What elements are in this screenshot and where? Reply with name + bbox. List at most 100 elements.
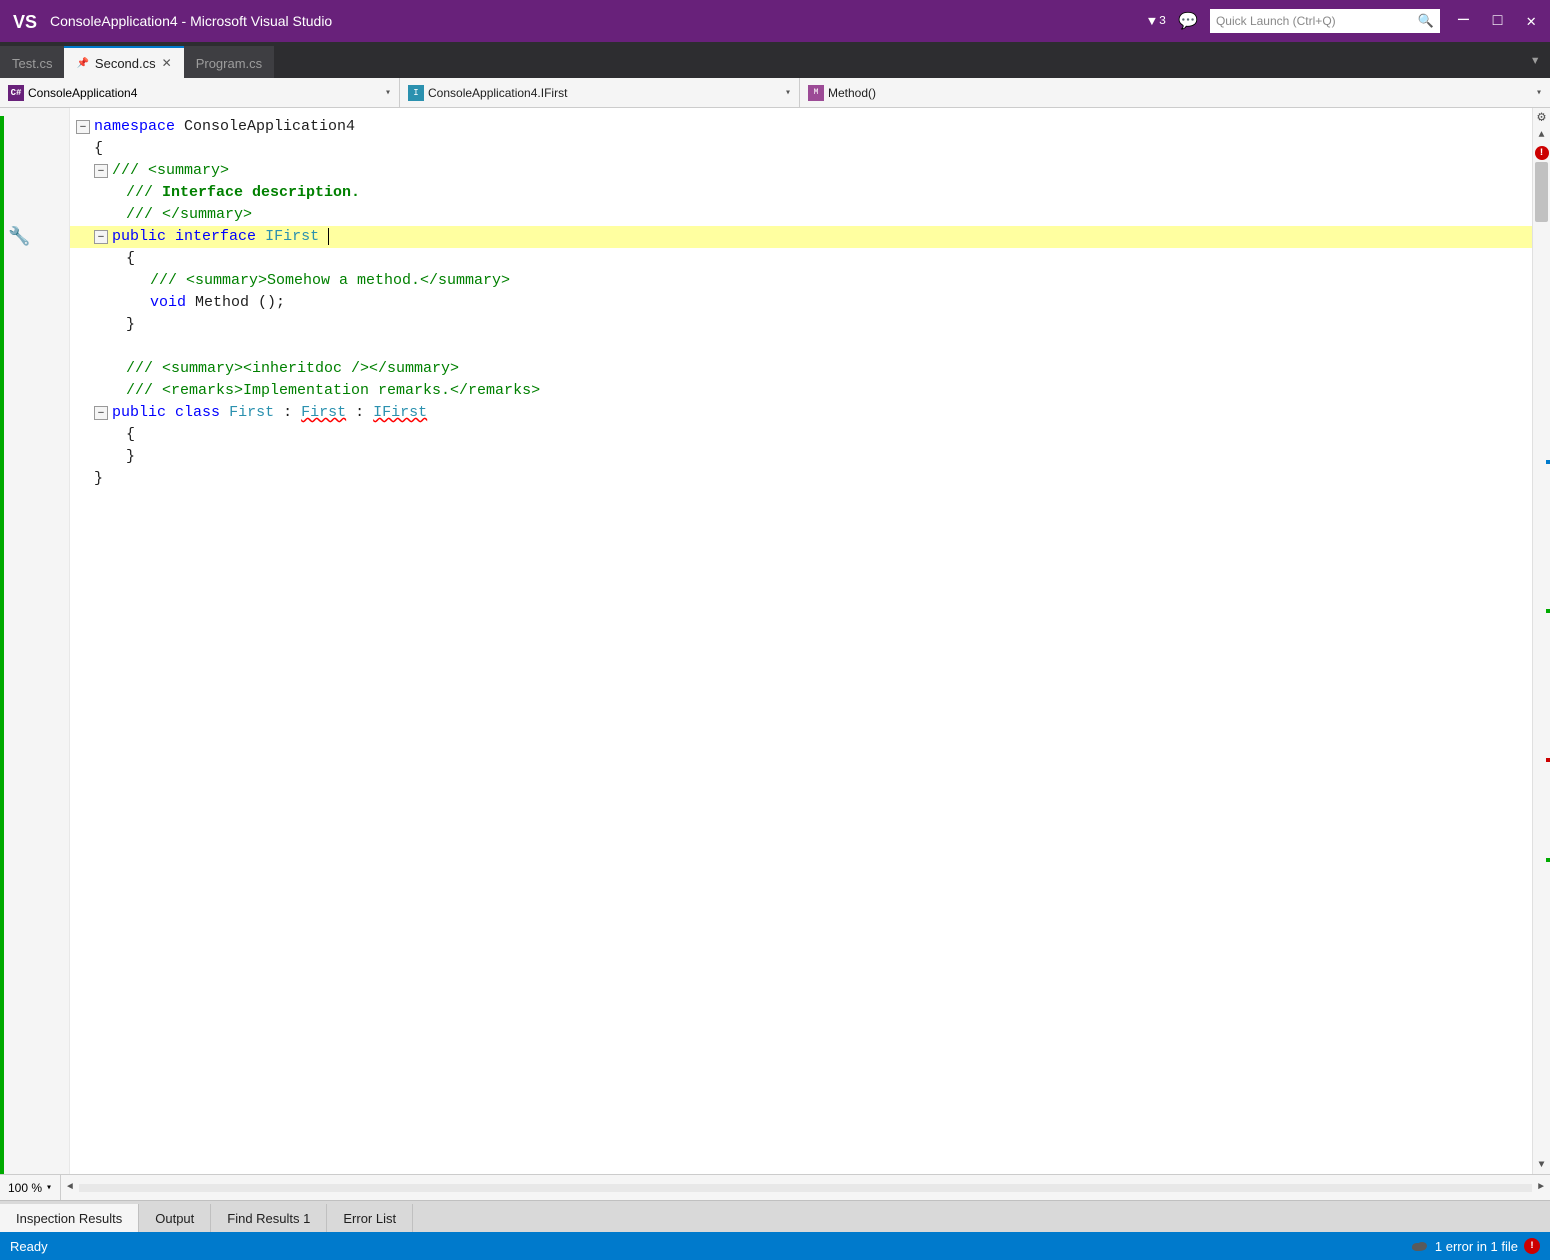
code-line-14: ─ public class First : First : IFirst xyxy=(70,402,1532,424)
tab-label: Test.cs xyxy=(12,56,52,71)
line-content-14: public class First : First : IFirst xyxy=(112,402,427,424)
line-content-6: public interface IFirst xyxy=(112,226,338,248)
code-line-3: ─ /// <summary> xyxy=(70,160,1532,182)
code-line-6: ─ public interface IFirst xyxy=(70,226,1532,248)
map-marker-red xyxy=(1546,758,1550,762)
csharp-icon: C# xyxy=(8,85,24,101)
zoom-control[interactable]: 100 % ▾ xyxy=(0,1175,61,1200)
code-line-1: ─ namespace ConsoleApplication4 xyxy=(70,116,1532,138)
error-text: 1 error in 1 file xyxy=(1435,1239,1518,1254)
error-cloud-icon xyxy=(1411,1239,1429,1253)
collapse-btn-3[interactable]: ─ xyxy=(94,164,108,178)
code-line-16: } xyxy=(70,446,1532,468)
tab-test-cs[interactable]: Test.cs xyxy=(0,46,64,78)
chevron-up-icon: ▲ xyxy=(1538,130,1544,141)
tab-second-cs[interactable]: 📌 Second.cs ✕ xyxy=(64,46,183,78)
code-line-9: void Method (); xyxy=(70,292,1532,314)
line-content-13: /// <remarks>Implementation remarks.</re… xyxy=(126,380,540,402)
title-bar: VS ConsoleApplication4 - Microsoft Visua… xyxy=(0,0,1550,42)
class-name: ConsoleApplication4.IFirst xyxy=(428,86,781,100)
status-bar: Ready 1 error in 1 file ! xyxy=(0,1232,1550,1260)
tab-close-icon[interactable]: ✕ xyxy=(162,56,172,70)
error-indicator: ! xyxy=(1535,146,1549,160)
quick-launch-text: Quick Launch (Ctrl+Q) xyxy=(1216,14,1414,28)
class-dropdown[interactable]: I ConsoleApplication4.IFirst ▾ xyxy=(400,78,800,107)
class-dropdown-arrow: ▾ xyxy=(785,87,791,99)
tab-label: Second.cs xyxy=(95,56,156,71)
map-marker-green2 xyxy=(1546,858,1550,862)
collapse-btn-14[interactable]: ─ xyxy=(94,406,108,420)
vertical-scrollbar[interactable]: ⚙ ▲ ! ▼ xyxy=(1532,108,1550,1174)
project-dropdown[interactable]: C# ConsoleApplication4 ▾ xyxy=(0,78,400,107)
search-icon: 🔍 xyxy=(1418,14,1434,29)
member-dropdown[interactable]: M Method() ▾ xyxy=(800,78,1550,107)
line-content-5: /// </summary> xyxy=(126,204,252,226)
interface-icon: I xyxy=(408,85,424,101)
code-editor[interactable]: ─ namespace ConsoleApplication4 { ─ /// … xyxy=(70,108,1532,1174)
quick-launch-box[interactable]: Quick Launch (Ctrl+Q) 🔍 xyxy=(1210,9,1440,33)
title-text: ConsoleApplication4 - Microsoft Visual S… xyxy=(50,13,1148,29)
panel-tab-output[interactable]: Output xyxy=(139,1204,211,1232)
scroll-up-area[interactable]: ⚙ xyxy=(1533,108,1550,126)
project-name: ConsoleApplication4 xyxy=(28,86,381,100)
method-icon: M xyxy=(808,85,824,101)
code-line-13: /// <remarks>Implementation remarks.</re… xyxy=(70,380,1532,402)
error-count-circle: ! xyxy=(1524,1238,1540,1254)
code-line-10: } xyxy=(70,314,1532,336)
h-scroll-right-button[interactable]: ► xyxy=(1532,1175,1550,1200)
panel-tab-find-results[interactable]: Find Results 1 xyxy=(211,1204,327,1232)
collapse-btn-1[interactable]: ─ xyxy=(76,120,90,134)
line-content-1: namespace ConsoleApplication4 xyxy=(94,116,355,138)
tab-pin-icon: 📌 xyxy=(76,58,88,69)
code-line-11 xyxy=(70,336,1532,358)
gutter-green-bar-top xyxy=(0,116,4,1174)
code-line-7: { xyxy=(70,248,1532,270)
nav-bar: C# ConsoleApplication4 ▾ I ConsoleApplic… xyxy=(0,78,1550,108)
h-scroll-left-button[interactable]: ◄ xyxy=(61,1175,79,1200)
code-line-4: /// Interface description. xyxy=(70,182,1532,204)
tab-overflow-button[interactable]: ▾ xyxy=(1520,50,1550,70)
code-line-5: /// </summary> xyxy=(70,204,1532,226)
line-content-10: } xyxy=(126,314,135,336)
code-line-15: { xyxy=(70,424,1532,446)
scroll-thumb[interactable] xyxy=(1535,162,1548,222)
svg-text:VS: VS xyxy=(13,12,37,32)
status-ready-text: Ready xyxy=(10,1239,1411,1254)
scroll-down-button[interactable]: ▼ xyxy=(1533,1156,1550,1174)
code-line-17: } xyxy=(70,468,1532,490)
chat-icon[interactable]: 💬 xyxy=(1178,11,1198,31)
map-marker-green xyxy=(1546,609,1550,613)
line-content-2: { xyxy=(94,138,103,160)
code-line-2: { xyxy=(70,138,1532,160)
zoom-dropdown-arrow: ▾ xyxy=(46,1182,52,1194)
editor-gutter: 🔧 xyxy=(0,108,70,1174)
maximize-button[interactable]: □ xyxy=(1487,12,1509,30)
line-content-16: } xyxy=(126,446,135,468)
code-line-8: /// <summary>Somehow a method.</summary> xyxy=(70,270,1532,292)
collapse-btn-6[interactable]: ─ xyxy=(94,230,108,244)
editor-container: 🔧 ─ namespace ConsoleApplication4 { ─ //… xyxy=(0,108,1550,1174)
refactor-light-bulb-icon[interactable]: 🔧 xyxy=(8,226,30,248)
line-content-7: { xyxy=(126,248,135,270)
chevron-down-icon: ▼ xyxy=(1538,1160,1544,1171)
minimize-button[interactable]: ─ xyxy=(1452,11,1475,31)
tab-label: Program.cs xyxy=(196,56,262,71)
panel-tab-inspection[interactable]: Inspection Results xyxy=(0,1204,139,1232)
line-content-15: { xyxy=(126,424,135,446)
line-content-4: /// Interface description. xyxy=(126,182,360,204)
close-button[interactable]: ✕ xyxy=(1520,11,1542,31)
h-scroll-track[interactable] xyxy=(79,1184,1532,1192)
line-content-3: /// <summary> xyxy=(112,160,229,182)
tab-program-cs[interactable]: Program.cs xyxy=(184,46,274,78)
scroll-up-button[interactable]: ▲ xyxy=(1533,126,1550,144)
status-error-indicator[interactable]: 1 error in 1 file ! xyxy=(1411,1238,1540,1254)
line-content-12: /// <summary><inheritdoc /></summary> xyxy=(126,358,459,380)
code-line-12: /// <summary><inheritdoc /></summary> xyxy=(70,358,1532,380)
filter-icon[interactable]: ▼3 xyxy=(1148,14,1166,29)
vs-logo: VS xyxy=(8,5,40,37)
map-marker-blue xyxy=(1546,460,1550,464)
scroll-track[interactable] xyxy=(1533,162,1550,1156)
bottom-bar: 100 % ▾ ◄ ► xyxy=(0,1174,1550,1200)
panel-tab-error-list[interactable]: Error List xyxy=(327,1204,413,1232)
project-dropdown-arrow: ▾ xyxy=(385,87,391,99)
